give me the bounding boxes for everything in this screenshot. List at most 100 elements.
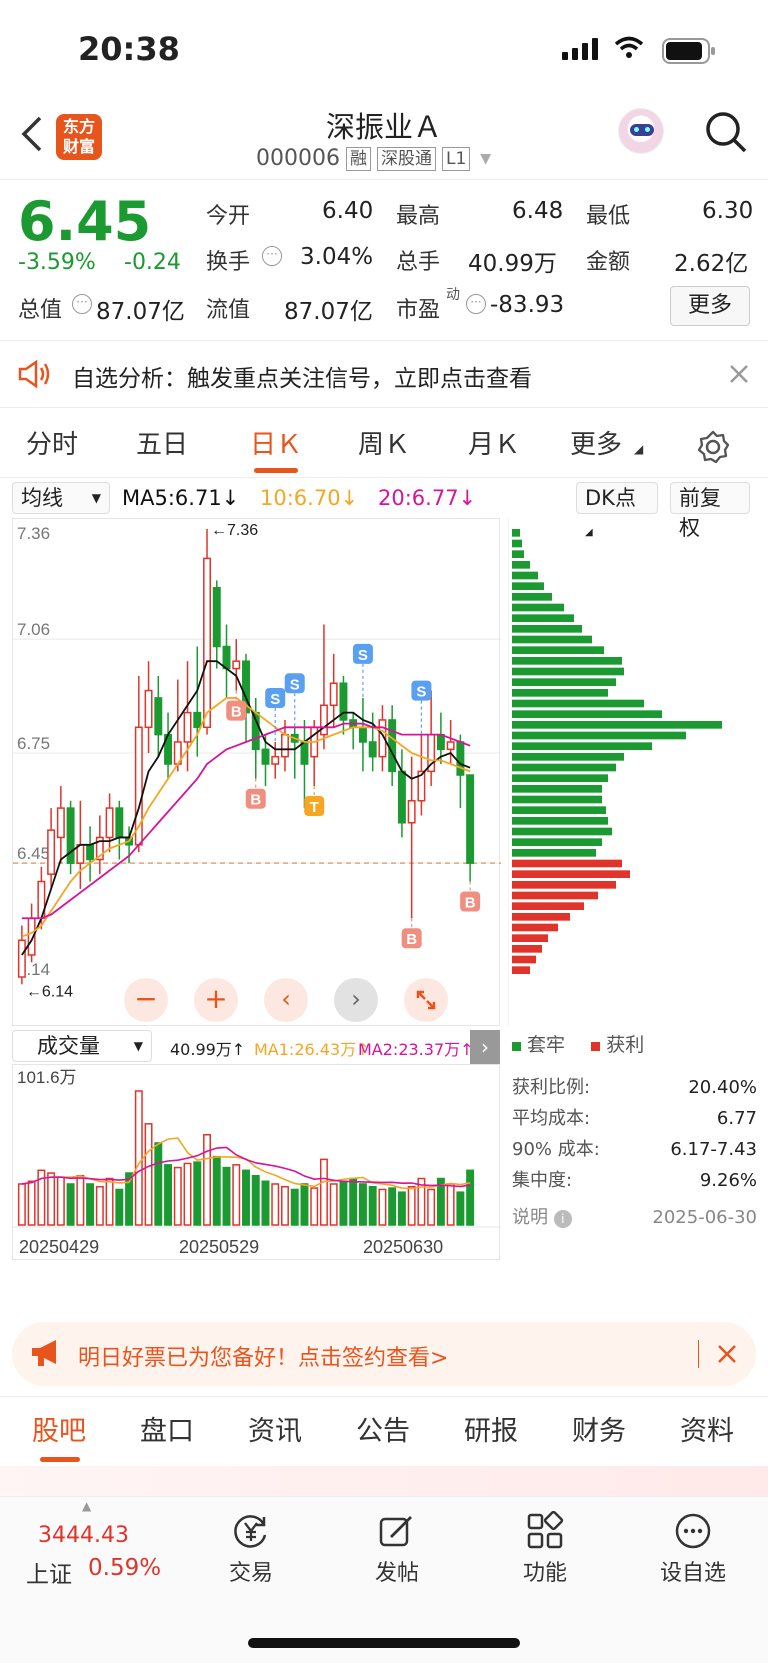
chip-bar-trapped	[512, 774, 608, 782]
candle-body	[47, 829, 56, 875]
stat-row[interactable]: 说明 i 2025-06-30	[512, 1202, 757, 1233]
candle-body	[300, 741, 309, 765]
tab-monthly-k[interactable]: 月Ｋ	[468, 418, 520, 478]
scroll-right-button[interactable]: ›	[334, 978, 378, 1022]
tab-news[interactable]: 资讯	[248, 1397, 302, 1467]
volume-bar	[456, 1191, 465, 1226]
chip-bar-trapped	[512, 646, 604, 654]
status-bar: 20:38	[0, 0, 768, 100]
zoom-in-button[interactable]: +	[194, 978, 238, 1022]
chip-bar-trapped	[512, 817, 608, 825]
quote-panel: 6.45 -3.59% -0.24 总值 ··· 87.07亿 今开 6.40 …	[0, 180, 768, 330]
y-tick-label: 7.06	[17, 620, 50, 639]
dk-point-select[interactable]: DK点 ◢	[576, 482, 658, 538]
y-tick-label: 7.36	[17, 524, 50, 543]
volume-label: 总手	[396, 250, 441, 275]
ma10-readout: 10:6.70↓	[260, 486, 359, 510]
yen-cycle-icon	[196, 1507, 306, 1555]
chip-bar-profit	[512, 966, 530, 974]
chip-svg	[507, 518, 722, 1026]
candle-body	[281, 733, 289, 758]
volume-bar	[251, 1175, 260, 1226]
tab-orderbook[interactable]: 盘口	[140, 1397, 194, 1467]
volume-bar	[300, 1183, 309, 1226]
tab-more[interactable]: 更多	[570, 418, 622, 478]
tab-post[interactable]: 发帖	[342, 1507, 452, 1587]
volume-bar	[271, 1183, 280, 1226]
caret-up-icon: ▲	[82, 1499, 92, 1513]
promo-banner[interactable]: 明日好票已为您备好！点击签约查看>	[12, 1322, 756, 1386]
signal-label: B	[406, 931, 417, 948]
speaker-icon	[18, 359, 52, 393]
wifi-icon	[614, 36, 644, 64]
volume-bar	[27, 1180, 36, 1226]
scroll-left-button[interactable]: ‹	[264, 978, 308, 1022]
zoom-out-button[interactable]: −	[124, 978, 168, 1022]
promo-text: 明日好票已为您备好！点击签约查看>	[78, 1346, 449, 1371]
volume-bar	[378, 1188, 387, 1226]
candle-body	[203, 557, 211, 729]
candle-body	[56, 807, 65, 839]
chip-bar-trapped	[512, 699, 644, 708]
low-value: 6.30	[702, 198, 754, 224]
pe-value: -83.93	[490, 292, 565, 318]
fullscreen-button[interactable]	[404, 978, 448, 1022]
volume-bar	[144, 1123, 153, 1226]
info-icon[interactable]: ···	[262, 246, 282, 266]
volume-select[interactable]: 成交量 ▼	[12, 1030, 152, 1062]
stock-code-row[interactable]: 000006 融 深股通 L1 ▼	[256, 146, 491, 171]
tab-weekly-k[interactable]: 周Ｋ	[358, 418, 410, 478]
tab-trade[interactable]: 交易	[196, 1507, 306, 1587]
vol-ma1-readout: MA1:26.43万↑	[254, 1040, 370, 1059]
volume-chart[interactable]: 101.6万 20250429 20250529 20250630	[12, 1064, 501, 1260]
amount-value: 2.62亿	[674, 251, 749, 277]
tab-intraday[interactable]: 分时	[26, 418, 78, 478]
active-tab-indicator	[40, 1457, 80, 1462]
caret-down-icon: ▼	[480, 150, 492, 167]
open-label: 今开	[206, 204, 251, 229]
volume-bar	[232, 1164, 241, 1226]
kline-chart[interactable]: 7.36 7.06 6.75 6.45 6.14 B B S S T S B S B ←7.36 ←6.14	[12, 518, 501, 1026]
settings-icon[interactable]	[696, 430, 730, 468]
robot-assistant-icon[interactable]	[618, 108, 664, 154]
info-icon[interactable]: i	[553, 1210, 572, 1228]
ma-select[interactable]: 均线 ▼	[12, 482, 110, 514]
tab-finance[interactable]: 财务	[572, 1397, 626, 1467]
content-tabs: 股吧 盘口 资讯 公告 研报 财务 资料	[0, 1396, 768, 1466]
adjust-select[interactable]: 前复权	[670, 482, 750, 540]
analysis-notice[interactable]: 自选分析：触发重点关注信号，立即点击查看	[0, 340, 768, 408]
chip-bar-profit	[512, 945, 542, 953]
chip-bar-trapped	[512, 603, 564, 612]
tab-research[interactable]: 研报	[464, 1397, 518, 1467]
close-icon[interactable]	[716, 1343, 738, 1369]
chip-bar-trapped	[512, 763, 616, 772]
expand-arrow-icon[interactable]: ›	[470, 1030, 500, 1064]
info-icon[interactable]: ···	[72, 294, 92, 314]
tab-functions[interactable]: 功能	[490, 1507, 600, 1587]
legend-trapped-swatch	[512, 1042, 521, 1051]
tab-add-watchlist[interactable]: 设自选	[638, 1507, 748, 1587]
volume-bar	[466, 1169, 475, 1226]
search-icon[interactable]	[704, 110, 748, 158]
volume-bar	[407, 1185, 416, 1226]
tab-profile[interactable]: 资料	[680, 1397, 734, 1467]
more-button[interactable]: 更多	[670, 286, 750, 326]
explain-link[interactable]: 说明	[512, 1207, 548, 1228]
tab-announcements[interactable]: 公告	[356, 1397, 410, 1467]
volume-bar	[95, 1185, 104, 1226]
active-tab-indicator	[254, 468, 298, 473]
info-icon[interactable]: ···	[466, 294, 486, 314]
candle-body	[319, 704, 328, 736]
candle-body	[368, 741, 377, 758]
tab-five-day[interactable]: 五日	[136, 418, 188, 478]
ma5-readout: MA5:6.71↓	[122, 486, 240, 510]
candle-body	[466, 774, 475, 864]
close-icon[interactable]	[728, 363, 750, 389]
legend-profit: 获利	[606, 1034, 645, 1056]
candle-body	[271, 755, 280, 765]
volume-bar	[164, 1164, 173, 1226]
chip-bar-profit	[512, 881, 616, 889]
stat-row: 获利比例: 20.40%	[512, 1072, 757, 1103]
volume-bar	[56, 1176, 65, 1226]
volume-bar	[397, 1191, 406, 1226]
